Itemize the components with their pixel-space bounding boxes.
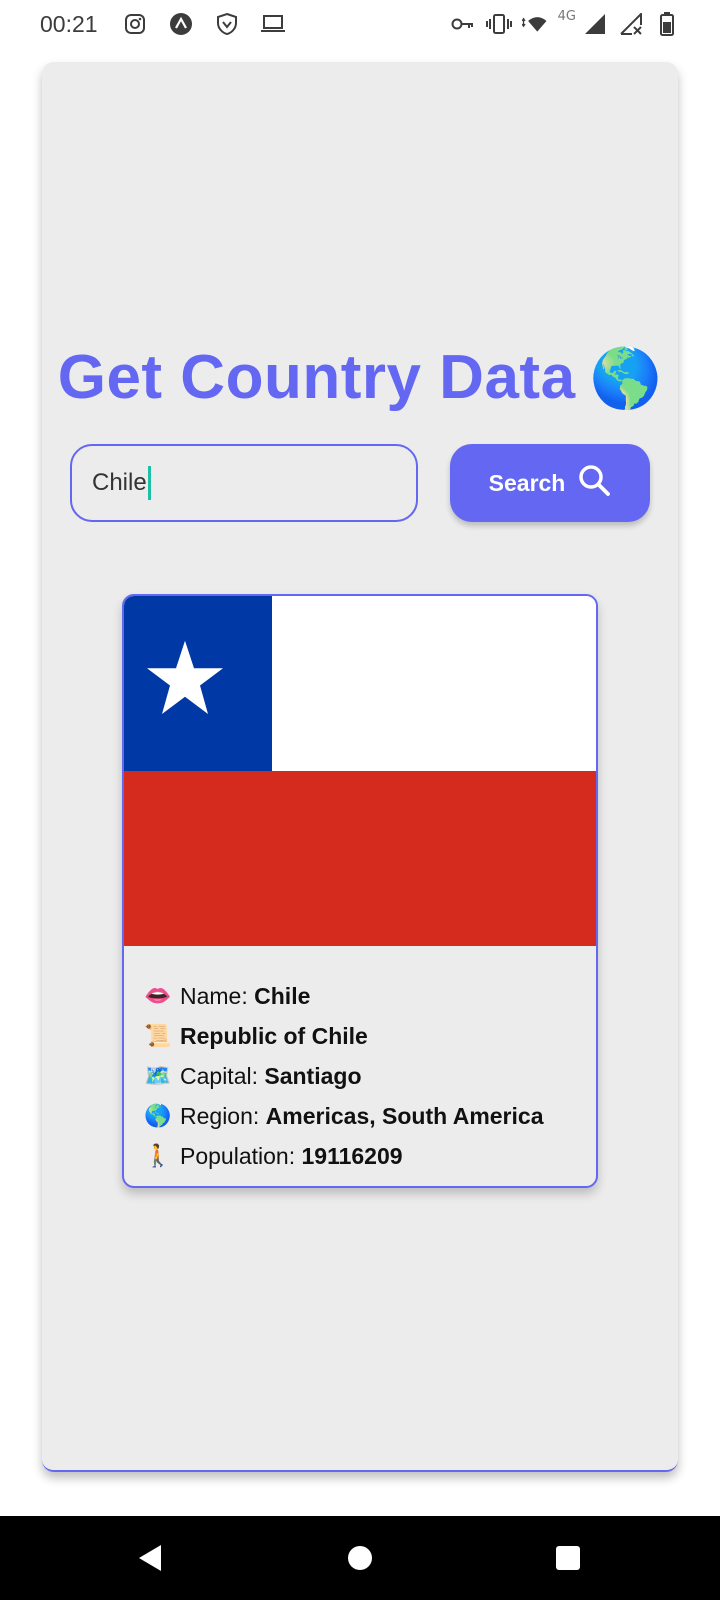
signal-icon — [582, 11, 608, 37]
search-input-value: Chile — [92, 469, 147, 496]
status-time: 00:21 — [40, 10, 98, 37]
vibrate-icon — [485, 11, 512, 37]
recents-icon[interactable] — [538, 1516, 598, 1600]
lips-icon: 👄 — [144, 983, 172, 1008]
search-button[interactable]: Search — [450, 444, 650, 522]
info-value: Santiago — [264, 1062, 362, 1089]
info-row-name: 👄 Name: Chile — [144, 976, 596, 1016]
info-value: Americas, South America — [265, 1102, 544, 1129]
info-row-region: 🌎 Region: Americas, South America — [144, 1096, 596, 1136]
globe-icon: 🌎 — [589, 346, 663, 411]
page-title: Get Country Data 🌎 — [42, 342, 678, 413]
status-bar: 00:21 4G — [0, 0, 720, 48]
info-value: 19116209 — [301, 1142, 403, 1169]
info-label: Region: — [180, 1102, 266, 1129]
search-icon — [577, 463, 611, 503]
info-label: Population: — [180, 1142, 302, 1169]
country-flag-image — [124, 596, 596, 946]
map-icon: 🗺️ — [144, 1063, 172, 1088]
vpn-key-icon — [450, 11, 476, 37]
info-value: Chile — [254, 982, 311, 1009]
walking-person-icon: 🚶 — [144, 1143, 172, 1168]
country-info: 👄 Name: Chile 📜 Republic of Chile 🗺️ Cap… — [124, 946, 596, 1176]
info-label: Capital: — [180, 1062, 265, 1089]
title-text: Get Country Data — [57, 343, 576, 412]
network-type: 4G — [557, 8, 576, 24]
info-row-population: 🚶 Population: 19116209 — [144, 1136, 596, 1176]
country-result-card: 👄 Name: Chile 📜 Republic of Chile 🗺️ Cap… — [122, 594, 598, 1188]
country-search-input[interactable]: Chile — [70, 444, 418, 522]
back-icon[interactable] — [120, 1516, 180, 1600]
instagram-icon — [122, 11, 148, 37]
info-row-official-name: 📜 Republic of Chile — [144, 1016, 596, 1056]
info-value: Republic of Chile — [180, 1022, 368, 1049]
text-cursor — [147, 466, 151, 500]
laptop-icon — [260, 11, 286, 37]
info-label: Name: — [180, 982, 255, 1009]
search-button-label: Search — [488, 469, 566, 496]
navigation-bar — [0, 1516, 720, 1600]
wifi-icon — [521, 11, 548, 37]
shield-icon — [214, 11, 240, 37]
home-icon[interactable] — [330, 1516, 390, 1600]
arc-icon — [168, 11, 194, 37]
battery-icon — [654, 11, 680, 37]
app-card: Get Country Data 🌎 Chile Search 👄 Name: C… — [42, 62, 678, 1472]
scroll-icon: 📜 — [144, 1023, 172, 1048]
globe-icon: 🌎 — [144, 1103, 172, 1128]
signal-x-icon — [618, 11, 644, 37]
info-row-capital: 🗺️ Capital: Santiago — [144, 1056, 596, 1096]
